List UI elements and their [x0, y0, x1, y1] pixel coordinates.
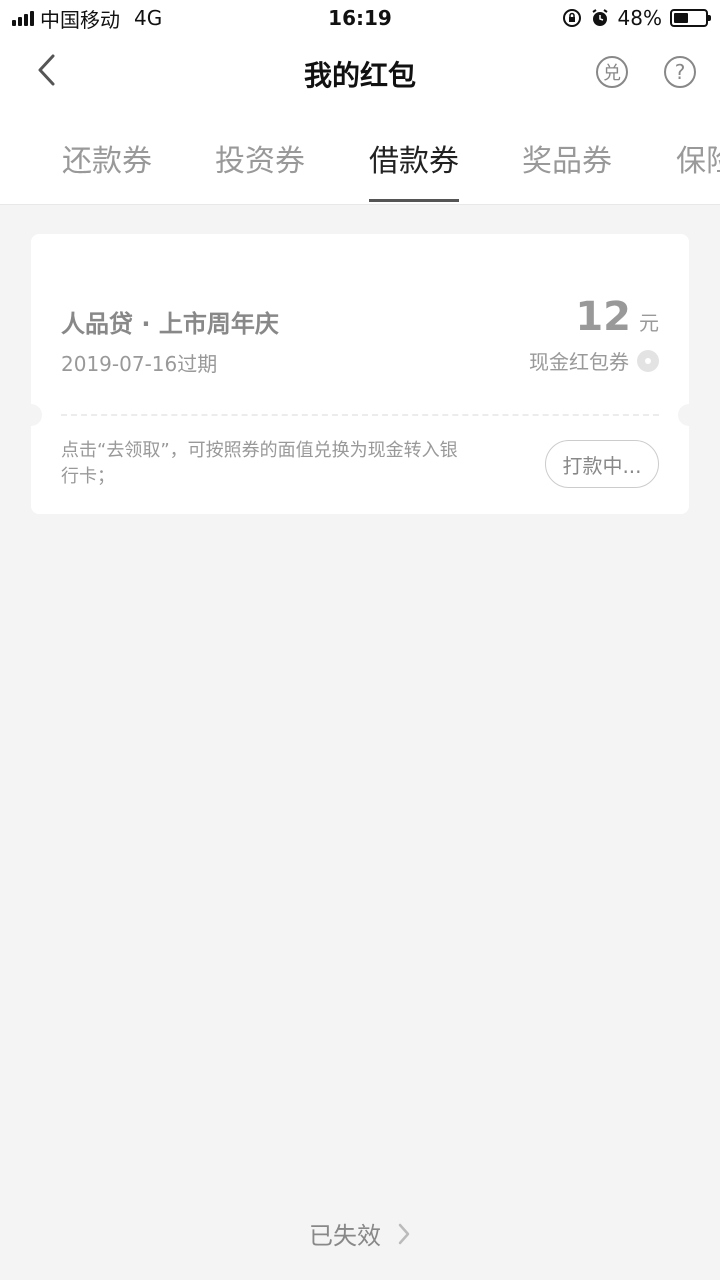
battery-icon	[670, 9, 711, 27]
carrier-name: 中国移动	[40, 7, 120, 32]
coupon-card[interactable]: 人品贷 · 上市周年庆 2019-07-16过期 12 元 现金红包券 点击“去…	[20, 234, 700, 514]
coupon-title: 人品贷 · 上市周年庆	[61, 310, 279, 338]
status-right: 48%	[562, 6, 720, 30]
tab-repayment[interactable]: 还款券	[62, 136, 152, 202]
amount-unit: 元	[639, 311, 659, 335]
exchange-button[interactable]: 兑	[596, 56, 628, 88]
nav-bar: 我的红包 兑 ?	[0, 36, 720, 114]
tab-label: 还款券	[62, 144, 152, 179]
coupon-tabs: 还款券 投资券 借款券 奖品券 保险	[0, 114, 720, 205]
tab-label: 借款券	[369, 144, 459, 179]
coupon-type-label: 现金红包券	[529, 350, 629, 374]
tab-prize[interactable]: 奖品券	[522, 136, 612, 202]
signal-icon	[12, 10, 34, 26]
coupon-expiry: 2019-07-16过期	[61, 352, 218, 376]
status-left: 中国移动 4G	[0, 4, 162, 33]
coin-icon	[637, 349, 659, 372]
battery-percent: 48%	[617, 6, 662, 30]
tab-label: 奖品券	[522, 144, 612, 179]
coupon-type: 现金红包券	[529, 346, 659, 375]
card-notch-left	[20, 404, 42, 426]
tab-label: 投资券	[215, 144, 305, 179]
coupon-description: 点击“去领取”，可按照券的面值兑换为现金转入银行卡；	[61, 440, 458, 487]
card-notch-right	[678, 404, 700, 426]
network-type: 4G	[134, 6, 163, 30]
card-divider	[61, 414, 659, 416]
active-tab-underline	[369, 199, 459, 202]
expired-coupons-link[interactable]: 已失效	[0, 1216, 720, 1251]
alarm-icon	[591, 9, 608, 26]
payout-status-button[interactable]: 打款中...	[545, 440, 659, 488]
rotation-lock-icon	[562, 9, 581, 27]
help-icon: ?	[674, 60, 686, 84]
amount-value: 12	[575, 294, 631, 340]
chevron-right-icon	[398, 1223, 410, 1244]
tab-label: 保险	[676, 144, 720, 179]
exchange-icon: 兑	[603, 63, 621, 84]
tab-loan[interactable]: 借款券	[369, 136, 459, 202]
help-button[interactable]: ?	[664, 56, 696, 88]
tab-insurance[interactable]: 保险	[676, 136, 720, 202]
expired-link-label: 已失效	[309, 1222, 381, 1250]
tab-investment[interactable]: 投资券	[215, 136, 305, 202]
coupon-amount: 12 元	[575, 294, 659, 340]
status-bar: 中国移动 4G 16:19 48%	[0, 0, 720, 36]
